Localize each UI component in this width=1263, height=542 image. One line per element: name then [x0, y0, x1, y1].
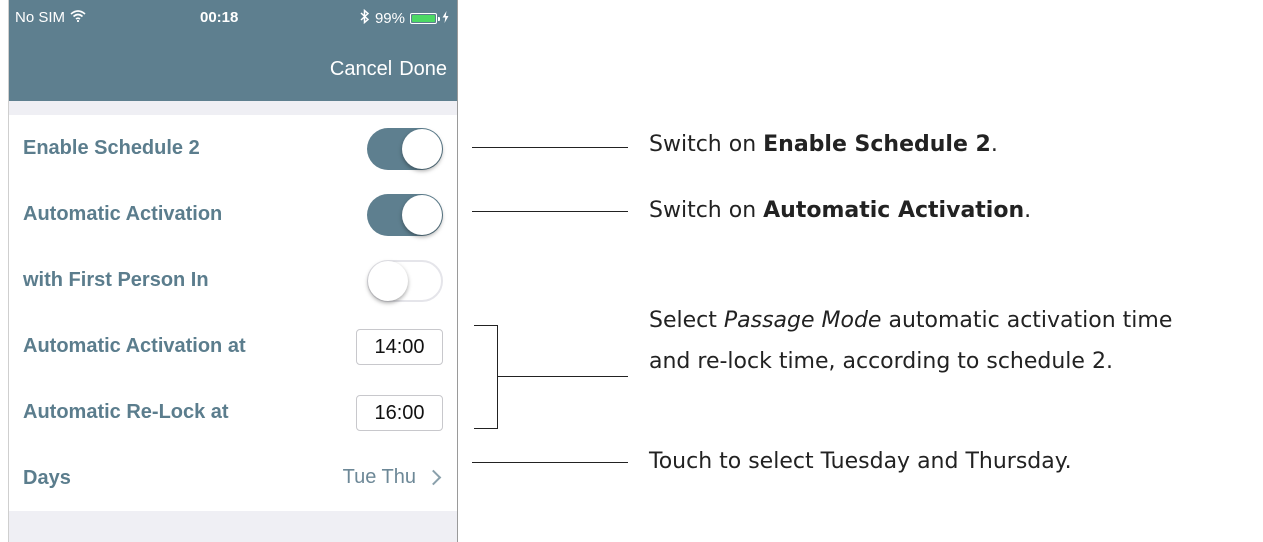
note-line-1: Select Passage Mode automatic activation…	[649, 300, 1172, 341]
relock-time-field[interactable]: 16:00	[356, 395, 443, 431]
battery-icon	[410, 13, 440, 24]
first-person-in-label: with First Person In	[23, 268, 209, 291]
chevron-right-icon	[425, 469, 442, 486]
automatic-activation-label: Automatic Activation	[23, 202, 223, 225]
days-note: Touch to select Tuesday and Thursday.	[649, 449, 1072, 474]
days-value: Tue Thu	[342, 466, 416, 488]
time-callout-line	[497, 376, 628, 377]
note-emphasis: Automatic Activation	[763, 198, 1025, 223]
enable-schedule-toggle[interactable]	[367, 128, 443, 170]
note-text: Switch on	[649, 132, 764, 157]
first-person-in-row: with First Person In	[9, 247, 457, 313]
note-text: .	[1024, 198, 1032, 223]
note-emphasis: Passage Mode	[723, 308, 882, 333]
first-person-in-toggle[interactable]	[367, 260, 443, 302]
time-selection-note: Select Passage Mode automatic activation…	[649, 300, 1172, 382]
cancel-button[interactable]: Cancel	[330, 58, 392, 81]
charging-icon	[442, 10, 449, 27]
battery-fill	[412, 15, 435, 22]
note-text: Switch on	[649, 198, 764, 223]
note-emphasis: Enable Schedule 2	[763, 132, 991, 157]
automatic-activation-row: Automatic Activation	[9, 181, 457, 247]
bluetooth-icon	[360, 8, 370, 28]
nav-actions: Cancel Done	[330, 58, 447, 81]
enable-callout-line	[472, 147, 628, 148]
relock-time-label: Automatic Re-Lock at	[23, 400, 229, 423]
phone-screen: No SIM 00:18 99% Cancel Done Enable Sche…	[8, 0, 458, 542]
status-bar: No SIM 00:18 99%	[9, 0, 457, 36]
days-selector[interactable]: Tue Thu	[343, 466, 443, 489]
battery-percent: 99%	[374, 10, 405, 27]
activation-time-label: Automatic Activation at	[23, 334, 246, 357]
toggle-knob	[402, 195, 442, 235]
note-line-2: and re-lock time, according to schedule …	[649, 349, 1113, 374]
enable-schedule-note: Switch on Enable Schedule 2.	[649, 124, 998, 165]
days-label: Days	[23, 466, 71, 489]
wifi-icon	[70, 9, 86, 26]
note-text: .	[990, 132, 998, 157]
activation-time-field[interactable]: 14:00	[356, 329, 443, 365]
toggle-knob	[402, 129, 442, 169]
note-text: automatic activation time	[881, 308, 1173, 333]
days-row[interactable]: Days Tue Thu	[9, 445, 457, 511]
enable-schedule-row: Enable Schedule 2	[9, 115, 457, 181]
enable-schedule-label: Enable Schedule 2	[23, 136, 200, 159]
status-left: No SIM	[15, 9, 86, 26]
relock-time-row: Automatic Re-Lock at 16:00	[9, 379, 457, 445]
time-bracket	[474, 325, 498, 429]
status-right: 99%	[360, 8, 449, 28]
days-callout-line	[472, 462, 628, 463]
carrier-label: No SIM	[15, 9, 66, 26]
navigation-header: No SIM 00:18 99% Cancel Done	[9, 0, 457, 101]
status-time: 00:18	[200, 9, 239, 26]
automatic-activation-toggle[interactable]	[367, 194, 443, 236]
activation-callout-line	[472, 211, 628, 212]
settings-list: Enable Schedule 2 Automatic Activation w…	[9, 115, 457, 511]
activation-time-row: Automatic Activation at 14:00	[9, 313, 457, 379]
automatic-activation-note: Switch on Automatic Activation.	[649, 190, 1031, 231]
done-button[interactable]: Done	[399, 58, 447, 81]
note-text: Select	[649, 308, 724, 333]
toggle-knob	[368, 261, 408, 301]
